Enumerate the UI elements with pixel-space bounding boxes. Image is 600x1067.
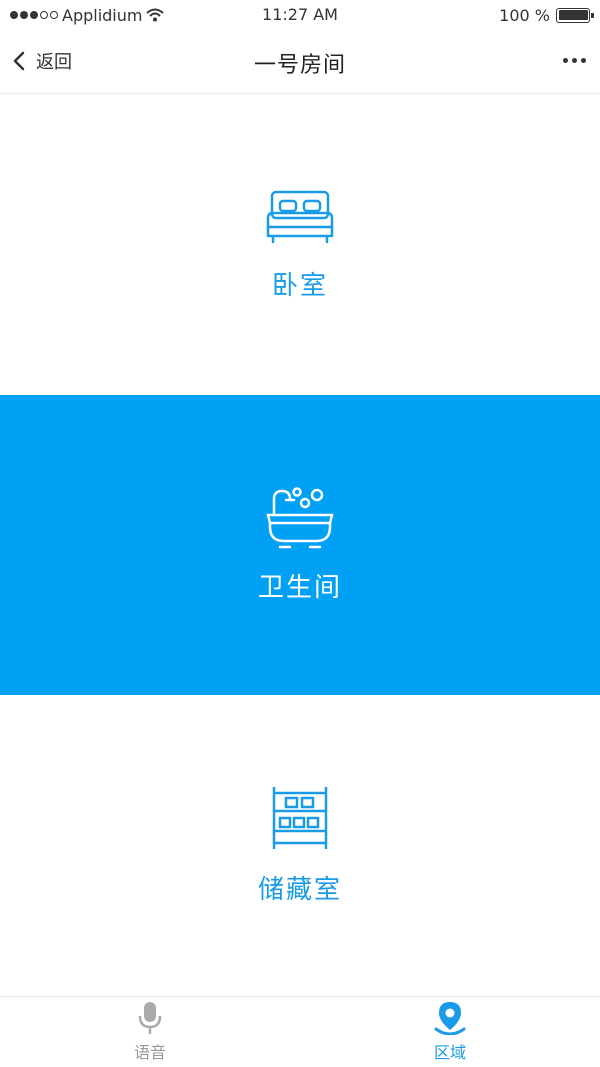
bed-icon [266, 190, 334, 243]
bottom-tab-bar: 语音 区域 [0, 996, 600, 1067]
status-time: 11:27 AM [262, 5, 338, 24]
more-options-button[interactable] [563, 58, 586, 63]
shelf-icon [272, 786, 328, 849]
room-label: 卫生间 [257, 572, 342, 603]
bathtub-icon [266, 486, 334, 548]
room-label: 储藏室 [257, 874, 342, 905]
more-dot [563, 58, 568, 63]
navigation-bar: 返回 一号房间 [0, 30, 600, 94]
status-bar: Applidium 11:27 AM 100 % [0, 0, 600, 30]
room-item-storage[interactable]: 储藏室 [0, 695, 600, 995]
tab-label: 区域 [433, 1043, 466, 1062]
more-dot [572, 58, 577, 63]
microphone-icon [138, 1002, 162, 1034]
tab-voice[interactable]: 语音 [0, 997, 300, 1067]
tab-area[interactable]: 区域 [300, 997, 600, 1067]
tab-label: 语音 [133, 1043, 166, 1062]
room-item-bedroom[interactable]: 卧室 [0, 95, 600, 395]
room-label: 卧室 [271, 270, 328, 301]
room-item-bathroom[interactable]: 卫生间 [0, 395, 600, 695]
location-pin-icon [434, 1002, 466, 1035]
battery-icon [556, 7, 594, 23]
more-dot [581, 58, 586, 63]
page-title: 一号房间 [253, 53, 346, 78]
